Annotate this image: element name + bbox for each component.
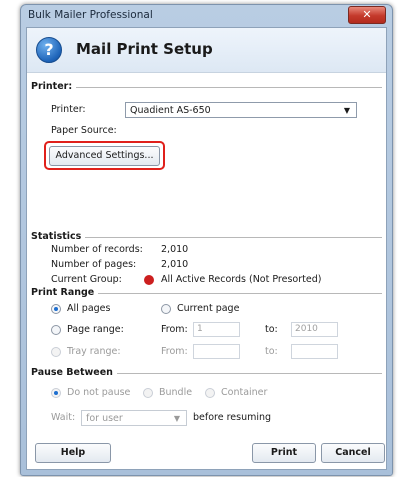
- close-icon: ✕: [362, 8, 372, 21]
- records-label: Number of records:: [51, 244, 143, 255]
- paper-source-label: Paper Source:: [51, 125, 117, 136]
- pages-value: 2,010: [161, 259, 189, 270]
- print-range-section-header: Print Range: [31, 287, 382, 299]
- wait-select-value: for user: [86, 413, 123, 424]
- printer-section-header: Printer:: [31, 81, 382, 93]
- tray-from-label: From:: [161, 346, 188, 357]
- help-button[interactable]: Help: [35, 443, 111, 463]
- container-label[interactable]: Container: [221, 387, 267, 398]
- before-resuming-label: before resuming: [193, 412, 272, 423]
- pages-label: Number of pages:: [51, 259, 137, 270]
- advanced-settings-button[interactable]: Advanced Settings...: [49, 146, 160, 166]
- printer-label: Printer:: [51, 104, 86, 115]
- group-status-icon: [144, 275, 154, 285]
- wait-label: Wait:: [51, 412, 76, 423]
- cancel-button[interactable]: Cancel: [321, 443, 385, 463]
- dialog-body: ? Mail Print Setup Printer: Printer: Qua…: [26, 27, 387, 470]
- current-page-radio[interactable]: [161, 304, 171, 314]
- do-not-pause-radio[interactable]: [51, 388, 61, 398]
- do-not-pause-label[interactable]: Do not pause: [67, 387, 130, 398]
- pause-section-label: Pause Between: [31, 367, 117, 378]
- dialog-window: Bulk Mailer Professional ✕ ? Mail Print …: [20, 4, 393, 476]
- page-from-label: From:: [161, 324, 188, 335]
- current-page-label[interactable]: Current page: [177, 303, 239, 314]
- window-title: Bulk Mailer Professional: [28, 9, 153, 21]
- statistics-section-label: Statistics: [31, 231, 86, 242]
- all-pages-label[interactable]: All pages: [67, 303, 110, 314]
- tray-to-label: to:: [265, 346, 278, 357]
- tray-range-radio[interactable]: [51, 347, 61, 357]
- printer-select[interactable]: Quadient AS-650 ▼: [125, 102, 357, 118]
- records-value: 2,010: [161, 244, 189, 255]
- chevron-down-icon: ▼: [173, 414, 180, 423]
- page-range-radio[interactable]: [51, 325, 61, 335]
- bundle-radio[interactable]: [143, 388, 153, 398]
- print-button[interactable]: Print: [252, 443, 316, 463]
- statistics-section-header: Statistics: [31, 231, 382, 243]
- all-pages-radio[interactable]: [51, 304, 61, 314]
- page-from-input[interactable]: 1: [193, 322, 240, 337]
- printer-section-label: Printer:: [31, 81, 77, 92]
- close-button[interactable]: ✕: [348, 6, 386, 24]
- wait-select[interactable]: for user ▼: [81, 410, 187, 426]
- title-bar[interactable]: Bulk Mailer Professional ✕: [21, 5, 392, 27]
- current-group-value: All Active Records (Not Presorted): [161, 274, 322, 285]
- print-range-section-label: Print Range: [31, 287, 99, 298]
- current-group-label: Current Group:: [51, 274, 122, 285]
- divider: [31, 87, 382, 88]
- page-range-label[interactable]: Page range:: [67, 324, 124, 335]
- tray-range-label[interactable]: Tray range:: [67, 346, 121, 357]
- page-to-input[interactable]: 2010: [291, 322, 338, 337]
- pause-section-header: Pause Between: [31, 367, 382, 379]
- container-radio[interactable]: [205, 388, 215, 398]
- dialog-title: Mail Print Setup: [76, 40, 213, 58]
- chevron-down-icon: ▼: [343, 106, 350, 115]
- page-to-label: to:: [265, 324, 278, 335]
- tray-from-input[interactable]: [193, 344, 240, 359]
- printer-select-value: Quadient AS-650: [130, 105, 211, 116]
- dialog-header: ? Mail Print Setup: [27, 28, 386, 73]
- question-icon: ?: [36, 37, 62, 63]
- bundle-label[interactable]: Bundle: [159, 387, 192, 398]
- tray-to-input[interactable]: [291, 344, 338, 359]
